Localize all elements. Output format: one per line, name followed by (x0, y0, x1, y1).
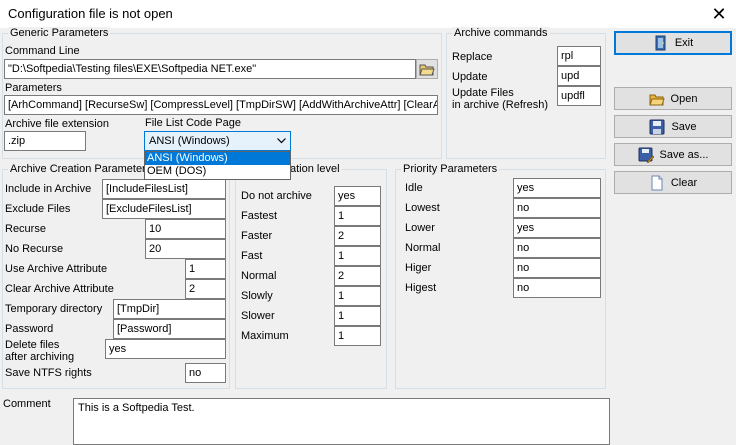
command-line-input[interactable]: "D:\Softpedia\Testing files\EXE\Softpedi… (4, 59, 416, 79)
use-attribute-label: Use Archive Attribute (5, 263, 108, 275)
save-button-label: Save (671, 120, 697, 133)
codepage-select[interactable]: ANSI (Windows) (144, 131, 291, 151)
open-button[interactable]: Open (614, 87, 732, 110)
open-folder-icon (648, 94, 665, 105)
compression-level-input[interactable]: 1 (334, 326, 381, 346)
archive-extension-label: Archive file extension (5, 118, 109, 130)
update-files-label-line1: Update Files (452, 87, 514, 99)
comment-label: Comment (3, 398, 51, 410)
update-input[interactable]: upd (557, 66, 601, 86)
update-files-input[interactable]: updfl (557, 86, 601, 106)
archive-commands-legend: Archive commands (452, 27, 550, 39)
use-attribute-input[interactable]: 1 (185, 259, 226, 279)
compression-level-input[interactable]: yes (334, 186, 381, 206)
priority-input[interactable]: no (513, 278, 601, 298)
delete-files-input[interactable]: yes (105, 339, 226, 359)
update-label: Update (452, 71, 488, 83)
delete-files-label: Delete files after archiving (5, 339, 74, 363)
compression-level-label: Maximum (241, 330, 289, 342)
no-recurse-input[interactable]: 20 (145, 239, 226, 259)
save-as-button-label: Save as... (659, 148, 709, 161)
ntfs-rights-label: Save NTFS rights (5, 367, 92, 379)
parameters-input[interactable]: [ArhCommand] [RecurseSw] [CompressLevel]… (4, 95, 438, 115)
compression-level-input[interactable]: 2 (334, 226, 381, 246)
priority-input[interactable]: yes (513, 218, 601, 238)
priority-input[interactable]: no (513, 198, 601, 218)
chevron-down-icon (277, 138, 286, 144)
clear-button-label: Clear (670, 176, 698, 189)
exit-door-icon (655, 35, 666, 51)
priority-label: Higest (405, 282, 437, 294)
recurse-label: Recurse (5, 223, 46, 235)
codepage-selected-value: ANSI (Windows) (149, 135, 230, 147)
browse-button[interactable] (416, 59, 438, 79)
exclude-input[interactable]: [ExcludeFilesList] (102, 199, 226, 219)
clear-page-icon (651, 175, 663, 190)
password-input[interactable]: [Password] (113, 319, 226, 339)
clear-attribute-input[interactable]: 2 (185, 279, 226, 299)
command-line-label: Command Line (5, 45, 80, 57)
browse-folder-icon (419, 64, 435, 76)
codepage-dropdown-list: ANSI (Windows) OEM (DOS) (144, 151, 291, 180)
temp-dir-label: Temporary directory (5, 303, 103, 315)
codepage-label: File List Code Page (145, 117, 241, 129)
exit-button[interactable]: Exit (614, 31, 732, 55)
compression-level-legend: ation level (288, 163, 342, 175)
save-disk-icon (649, 119, 665, 134)
parameters-label: Parameters (5, 82, 62, 94)
priority-label: Lowest (405, 202, 440, 214)
window-title: Configuration file is not open (8, 6, 173, 21)
priority-label: Lower (405, 222, 435, 234)
update-files-label-line2: in archive (Refresh) (452, 99, 548, 111)
priority-input[interactable]: no (513, 258, 601, 278)
priority-label: Higer (405, 262, 432, 274)
delete-files-label-line2: after archiving (5, 351, 75, 363)
delete-files-label-line1: Delete files (5, 339, 60, 351)
save-as-icon (638, 147, 654, 163)
clear-attribute-label: Clear Archive Attribute (5, 283, 114, 295)
codepage-option-ansi[interactable]: ANSI (Windows) (145, 152, 290, 165)
compression-level-label: Slower (241, 310, 275, 322)
no-recurse-label: No Recurse (5, 243, 64, 255)
update-files-label: Update Files in archive (Refresh) (452, 87, 548, 111)
replace-input[interactable]: rpl (557, 46, 601, 66)
save-as-button[interactable]: Save as... (614, 143, 732, 166)
archive-creation-legend: Archive Creation Parameters (8, 163, 154, 175)
compression-level-input[interactable]: 2 (334, 266, 381, 286)
title-bar: Configuration file is not open ✕ (0, 0, 736, 28)
include-label: Include in Archive (5, 183, 92, 195)
compression-level-label: Normal (241, 270, 277, 282)
temp-dir-input[interactable]: [TmpDir] (113, 299, 226, 319)
compression-level-input[interactable]: 1 (334, 306, 381, 326)
compression-level-label: Fast (241, 250, 263, 262)
priority-input[interactable]: yes (513, 178, 601, 198)
exclude-label: Exclude Files (5, 203, 71, 215)
priority-label: Idle (405, 182, 423, 194)
priority-input[interactable]: no (513, 238, 601, 258)
compression-level-input[interactable]: 1 (334, 206, 381, 226)
compression-level-label: Do not archive (241, 190, 312, 202)
priority-parameters-legend: Priority Parameters (401, 163, 500, 175)
archive-extension-input[interactable]: .zip (4, 131, 86, 151)
open-button-label: Open (670, 92, 698, 105)
priority-label: Normal (405, 242, 441, 254)
compression-level-label: Faster (241, 230, 273, 242)
exit-button-label: Exit (674, 37, 694, 49)
save-button[interactable]: Save (614, 115, 732, 138)
ntfs-rights-input[interactable]: no (185, 363, 226, 383)
comment-textarea[interactable]: This is a Softpedia Test. (73, 398, 610, 445)
codepage-option-oem[interactable]: OEM (DOS) (145, 165, 290, 178)
include-input[interactable]: [IncludeFilesList] (102, 179, 226, 199)
compression-level-label: Fastest (241, 210, 278, 222)
replace-label: Replace (452, 51, 493, 63)
recurse-input[interactable]: 10 (145, 219, 226, 239)
compression-level-label: Slowly (241, 290, 273, 302)
close-icon[interactable]: ✕ (708, 3, 730, 25)
compression-level-input[interactable]: 1 (334, 246, 381, 266)
password-label: Password (5, 323, 54, 335)
generic-parameters-legend: Generic Parameters (8, 27, 111, 39)
compression-level-input[interactable]: 1 (334, 286, 381, 306)
clear-button[interactable]: Clear (614, 171, 732, 194)
